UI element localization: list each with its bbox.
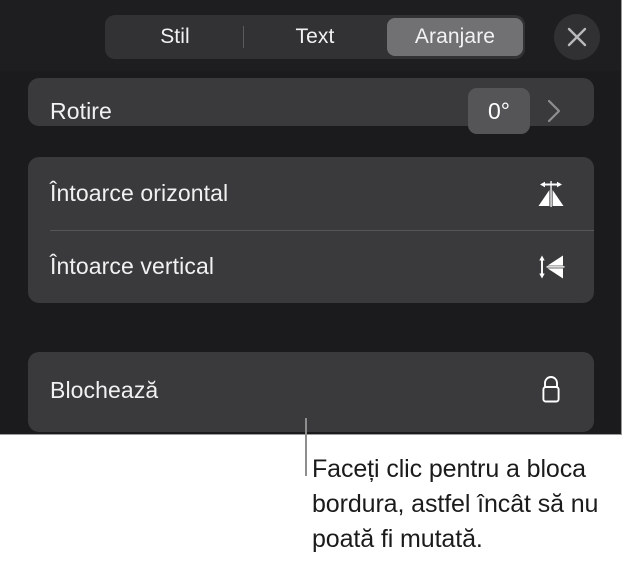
flip-vertical-icon <box>539 255 565 278</box>
flip-horizontal-button[interactable] <box>530 173 572 215</box>
tab-separator <box>243 26 244 48</box>
lock-button[interactable] <box>530 369 572 411</box>
tab-aranjare-label: Aranjare <box>414 25 496 48</box>
flip-horizontal-icon <box>538 180 564 207</box>
inspector-header: Stil Text Aranjare <box>0 0 621 71</box>
close-icon <box>567 27 587 47</box>
screenshot-root: Stil Text Aranjare Rotire 0° Întoarce or… <box>0 0 644 569</box>
rotation-value: 0° <box>488 97 510 124</box>
row-rotation[interactable]: Rotire 0° <box>28 78 594 144</box>
callout-leader-line <box>305 418 307 476</box>
tab-stil[interactable]: Stil <box>107 18 243 56</box>
tab-stil-label: Stil <box>160 25 190 48</box>
rotation-group: Rotire 0° <box>28 78 594 134</box>
flip-vertical-label: Întoarce vertical <box>50 253 215 279</box>
row-flip-vertical[interactable]: Întoarce vertical <box>28 230 594 303</box>
flip-group: Întoarce orizontal Întoarce vertical <box>28 157 594 303</box>
rotation-value-input[interactable]: 0° <box>468 88 530 134</box>
arrange-inspector-panel: Stil Text Aranjare Rotire 0° Întoarce or… <box>0 0 622 435</box>
lock-label: Blochează <box>50 376 159 403</box>
chevron-right-icon <box>547 99 561 123</box>
rotation-label: Rotire <box>50 97 112 124</box>
lock-icon <box>542 376 560 403</box>
callout-text: Faceți clic pentru a bloca bordura, astf… <box>312 455 599 553</box>
flip-vertical-button[interactable] <box>530 246 572 288</box>
close-button[interactable] <box>554 14 600 60</box>
tab-aranjare[interactable]: Aranjare <box>387 18 523 56</box>
inspector-tab-bar: Stil Text Aranjare <box>105 15 525 59</box>
row-flip-horizontal[interactable]: Întoarce orizontal <box>28 157 594 231</box>
tab-text-label: Text <box>295 25 335 48</box>
row-lock[interactable]: Blochează <box>28 352 594 428</box>
lock-group: Blochează <box>28 352 594 432</box>
tab-text[interactable]: Text <box>247 18 383 56</box>
rotation-stepper-button[interactable] <box>536 98 572 124</box>
flip-horizontal-label: Întoarce orizontal <box>50 180 229 206</box>
